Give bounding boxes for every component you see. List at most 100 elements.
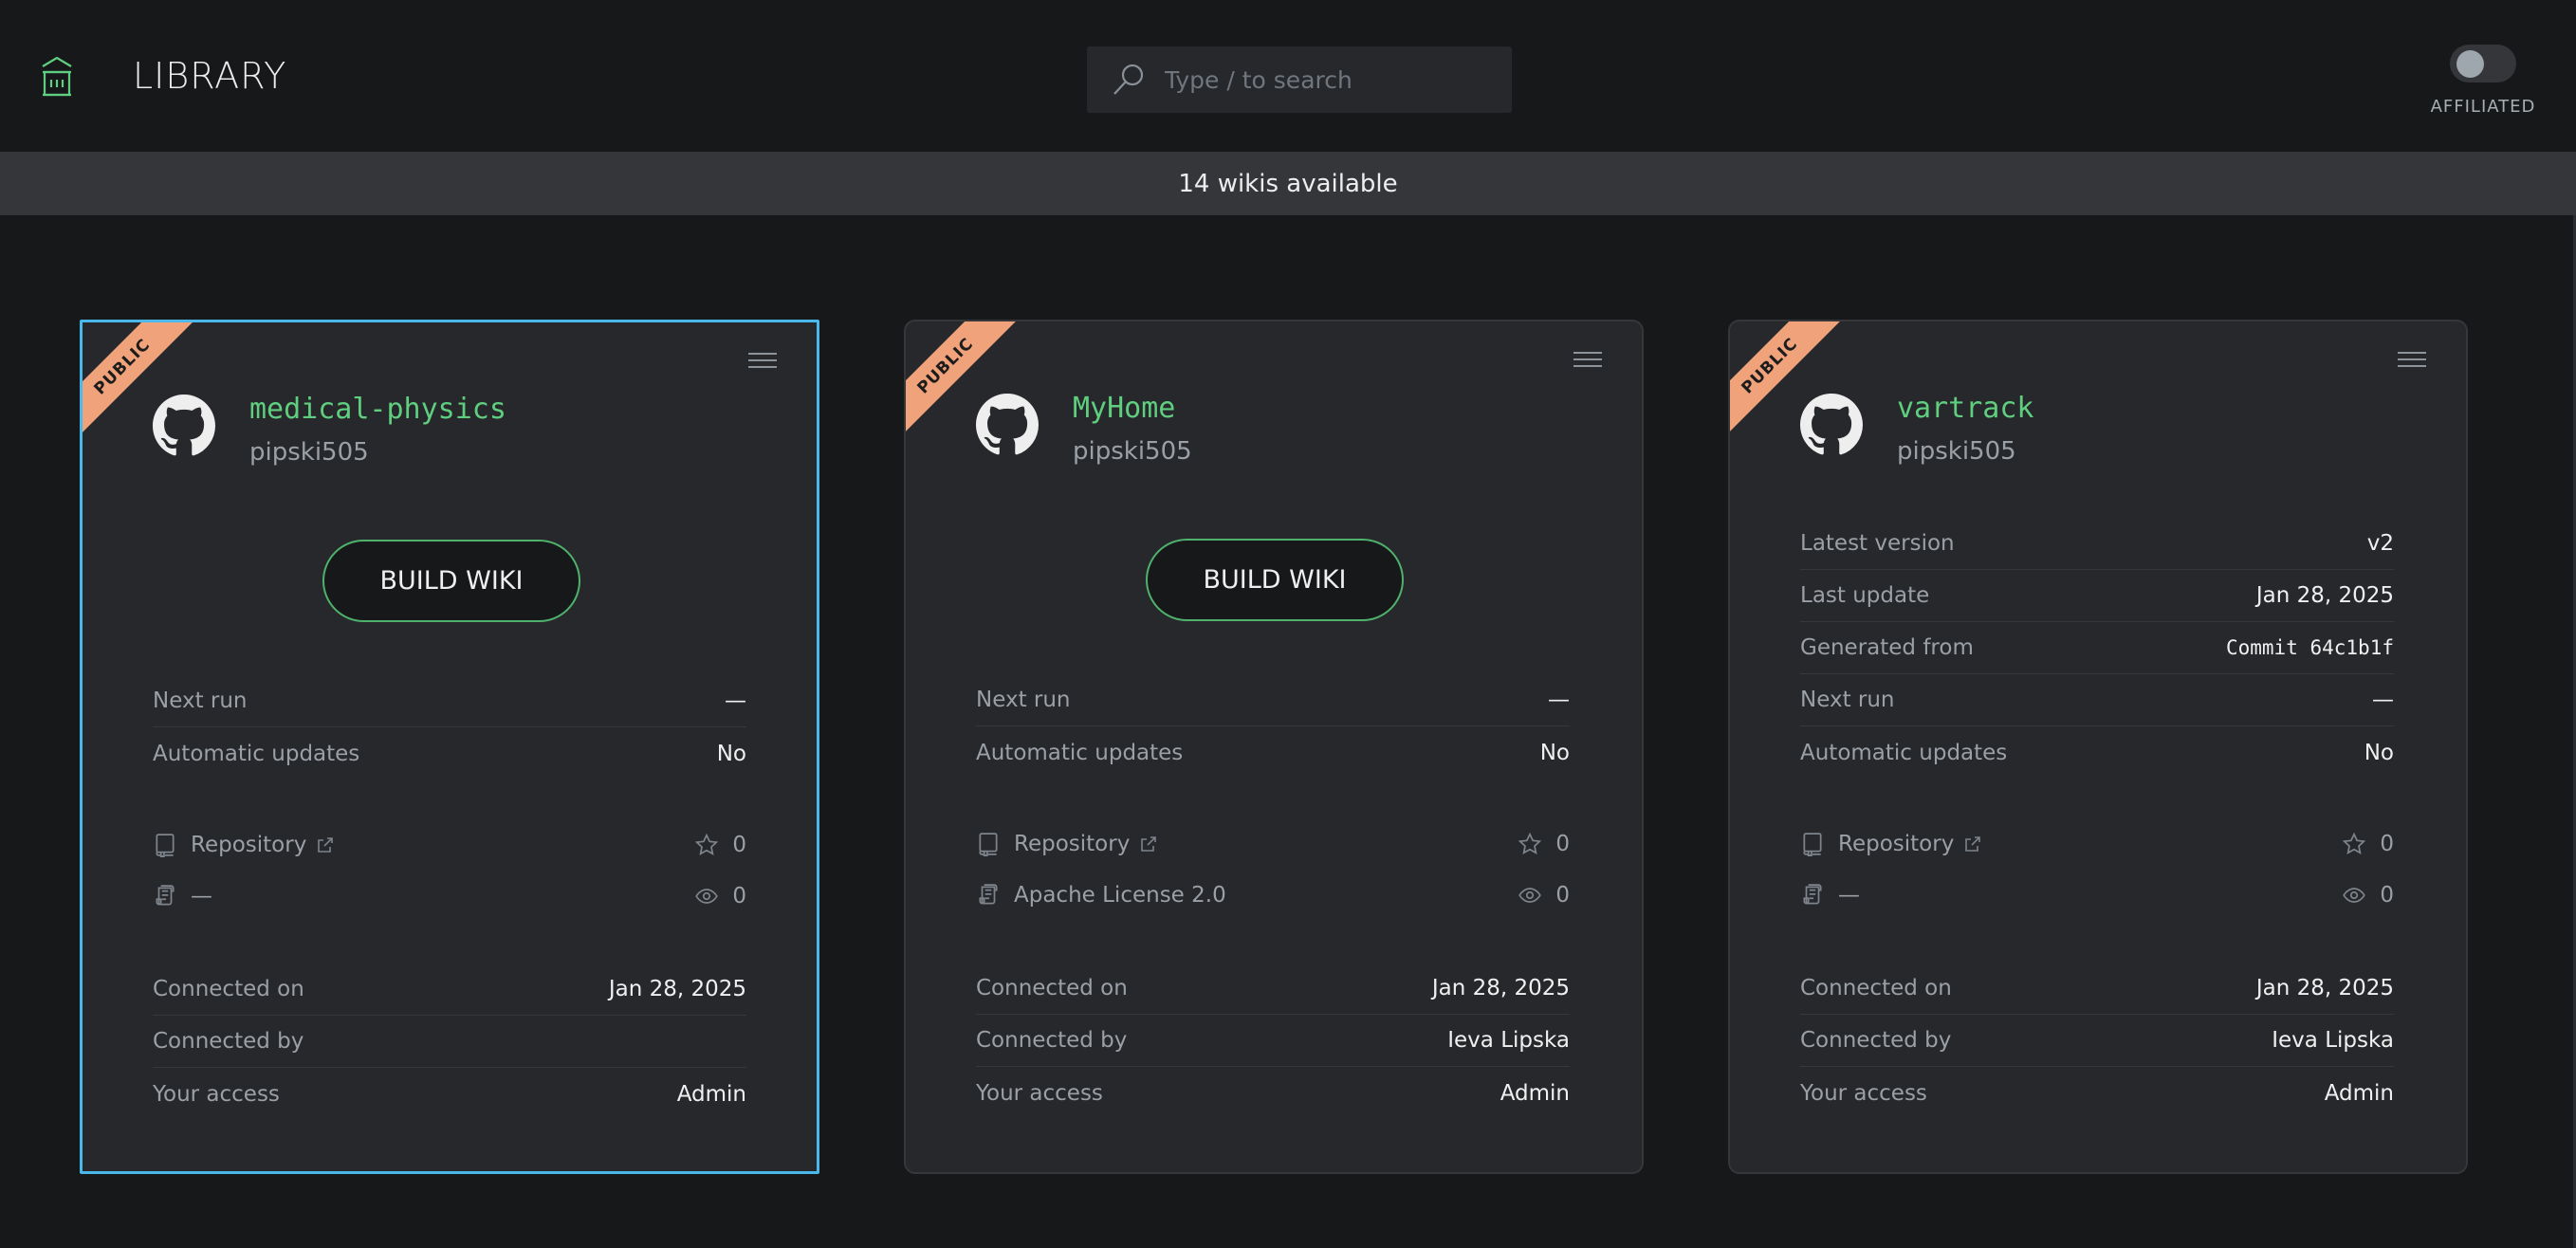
license-scroll-icon — [979, 884, 998, 905]
repository-label: Repository — [1014, 832, 1131, 856]
repo-title[interactable]: medical-physics — [249, 393, 506, 426]
detail-value: Jan 28, 2025 — [2255, 976, 2394, 1000]
detail-row: Connected by Ieva Lipska — [976, 1015, 1570, 1067]
detail-row: Automatic updates No — [153, 727, 746, 780]
detail-row: Connected by Ieva Lipska — [1800, 1015, 2394, 1067]
detail-label: Next run — [1800, 688, 1895, 712]
repo-book-icon — [1803, 833, 1822, 856]
detail-value: No — [1539, 740, 1570, 765]
affiliated-toggle[interactable] — [2450, 45, 2516, 83]
repo-title[interactable]: vartrack — [1897, 392, 2034, 425]
detail-value: No — [2364, 740, 2394, 765]
wiki-card[interactable]: PUBLIC vartrack pipski505 Latest version… — [1728, 320, 2468, 1174]
github-icon — [1800, 394, 1863, 455]
wiki-card[interactable]: PUBLIC MyHome pipski505 BUILD WIKI Next … — [904, 320, 1644, 1174]
detail-value: No — [716, 741, 746, 766]
detail-label: Connected on — [153, 977, 304, 1001]
star-icon — [1518, 832, 1542, 854]
detail-row: Next run — — [153, 675, 746, 727]
wiki-count-text: 14 wikis available — [1178, 169, 1398, 198]
github-icon — [153, 395, 215, 456]
search-icon — [1113, 64, 1144, 95]
repo-owner: pipski505 — [1073, 437, 1192, 466]
card-menu-icon[interactable] — [2398, 352, 2426, 373]
detail-label: Latest version — [1800, 531, 1955, 556]
star-count: 0 — [732, 833, 746, 857]
detail-label: Next run — [976, 688, 1071, 712]
repo-owner: pipski505 — [249, 438, 369, 467]
card-menu-icon[interactable] — [1573, 352, 1602, 373]
repository-link[interactable]: Repository — [1014, 832, 1158, 856]
star-icon — [2343, 832, 2366, 854]
license-text: — — [1838, 883, 1860, 908]
license-text: — — [191, 884, 212, 908]
license-scroll-icon — [1803, 884, 1822, 905]
detail-row: Latest version v2 — [1800, 518, 2394, 570]
star-icon — [695, 833, 719, 855]
detail-label: Connected on — [976, 976, 1128, 1000]
detail-label: Next run — [153, 688, 248, 713]
detail-value: v2 — [2366, 531, 2394, 556]
github-icon — [976, 394, 1039, 455]
detail-row: Last update Jan 28, 2025 — [1800, 570, 2394, 622]
repository-row: Repository 0 — [976, 818, 1570, 870]
detail-label: Automatic updates — [976, 740, 1184, 765]
card-menu-icon[interactable] — [748, 353, 777, 374]
detail-label: Connected on — [1800, 976, 1952, 1000]
external-link-icon — [1141, 836, 1157, 852]
detail-row: Automatic updates No — [1800, 726, 2394, 779]
version-details: Latest version v2 Last update Jan 28, 2025… — [1800, 518, 2394, 779]
license-text: Apache License 2.0 — [1014, 883, 1226, 908]
repo-meta: Repository 0 Apache License 2.0 0 — [976, 818, 1570, 921]
star-count: 0 — [2380, 832, 2394, 856]
detail-row: Connected on Jan 28, 2025 — [1800, 963, 2394, 1015]
detail-row: Next run — — [976, 674, 1570, 726]
connection-details: Connected on Jan 28, 2025 Connected by Iev… — [1800, 963, 2394, 1119]
build-wiki-button[interactable]: BUILD WIKI — [322, 540, 580, 622]
watcher-count: 0 — [732, 884, 746, 908]
detail-label: Connected by — [153, 1029, 304, 1054]
repository-link[interactable]: Repository — [191, 833, 335, 857]
detail-value: Jan 28, 2025 — [608, 977, 746, 1001]
repo-meta: Repository 0 — 0 — [153, 819, 746, 922]
detail-row: Your access Admin — [976, 1067, 1570, 1119]
detail-label: Automatic updates — [153, 741, 360, 766]
detail-value: Jan 28, 2025 — [1431, 976, 1570, 1000]
detail-label: Connected by — [976, 1028, 1128, 1053]
watcher-count: 0 — [2380, 883, 2394, 908]
detail-value: Admin — [676, 1081, 746, 1107]
star-count: 0 — [1555, 832, 1570, 856]
repo-book-icon — [156, 834, 175, 857]
detail-label: Connected by — [1800, 1028, 1952, 1053]
wiki-count-banner: 14 wikis available — [0, 152, 2576, 215]
detail-value: — — [725, 688, 746, 713]
app-header: LIBRARY AFFILIATED — [0, 0, 2576, 152]
detail-row: Connected by — [153, 1016, 746, 1068]
license-row: — 0 — [153, 871, 746, 922]
badge-text: PUBLIC — [90, 335, 155, 399]
toggle-knob — [2456, 50, 2484, 78]
repository-link[interactable]: Repository — [1838, 832, 1982, 856]
detail-label: Generated from — [1800, 635, 1974, 660]
repository-label: Repository — [1838, 832, 1955, 856]
detail-row: Connected on Jan 28, 2025 — [153, 964, 746, 1016]
repository-label: Repository — [191, 833, 307, 857]
repo-owner: pipski505 — [1897, 437, 2016, 466]
detail-row: Generated from Commit 64c1b1f — [1800, 622, 2394, 674]
detail-label: Last update — [1800, 583, 1930, 608]
commit-value: Commit 64c1b1f — [2225, 636, 2394, 659]
build-wiki-button[interactable]: BUILD WIKI — [1146, 539, 1404, 621]
detail-value: Admin — [2324, 1080, 2394, 1106]
eye-icon — [695, 889, 719, 904]
search-box[interactable] — [1087, 46, 1512, 113]
wiki-card[interactable]: PUBLIC medical-physics pipski505 BUILD W… — [80, 320, 819, 1174]
detail-value: — — [1548, 688, 1570, 712]
repository-row: Repository 0 — [153, 819, 746, 871]
detail-label: Your access — [976, 1080, 1103, 1106]
repo-title[interactable]: MyHome — [1073, 392, 1175, 425]
schedule-details: Next run — Automatic updates No — [976, 674, 1570, 779]
detail-label: Automatic updates — [1800, 740, 2008, 765]
repository-row: Repository 0 — [1800, 818, 2394, 870]
detail-value: Ieva Lipska — [1447, 1028, 1570, 1053]
search-input[interactable] — [1165, 46, 1487, 113]
